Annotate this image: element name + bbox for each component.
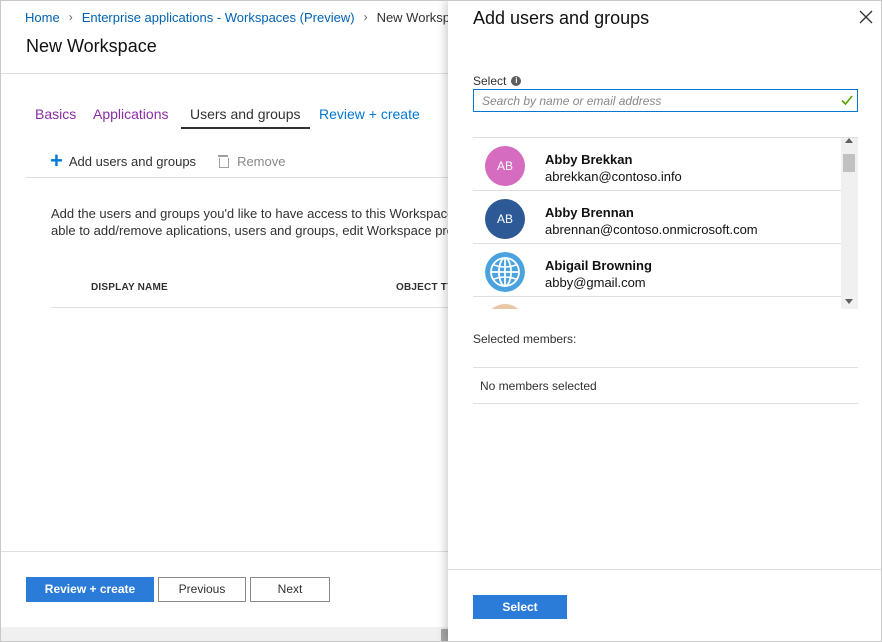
breadcrumb-home[interactable]: Home [25,10,60,25]
app-window: Home › Enterprise applications - Workspa… [0,0,882,642]
avatar [485,304,525,309]
globe-icon [485,252,525,292]
list-item[interactable]: AB Abby Brekkan abrekkan@contoso.info [473,138,841,191]
description-line-2: able to add/remove aplications, users an… [51,223,449,238]
trash-icon [218,155,230,168]
divider [473,367,858,368]
scroll-up-arrow-icon[interactable] [845,138,853,143]
add-users-and-groups-button[interactable]: + Add users and groups [50,148,197,173]
search-box [473,89,858,112]
user-email: abby@gmail.com [545,275,646,290]
scrollbar-thumb[interactable] [441,629,448,641]
panel-title: Add users and groups [473,8,650,28]
chevron-right-icon: › [363,10,368,24]
divider [26,177,449,178]
description-line-1: Add the users and groups you'd like to h… [51,206,449,221]
list-item[interactable]: Abigail Browning abby@gmail.com [473,244,841,297]
tab-basics[interactable]: Basics [26,101,85,129]
scrollbar-thumb[interactable] [843,154,855,172]
tab-applications[interactable]: Applications [84,101,178,129]
chevron-right-icon: › [68,10,73,24]
add-users-label: Add users and groups [68,153,197,169]
divider [51,307,449,308]
previous-button[interactable]: Previous [158,577,246,602]
user-name: Abby Brekkan [545,152,633,167]
breadcrumb: Home › Enterprise applications - Workspa… [25,9,471,25]
horizontal-scrollbar[interactable] [1,627,449,641]
info-icon[interactable]: i [511,76,522,86]
add-users-panel: Add users and groups Select i AB Abby Br… [448,1,881,641]
user-email: abrekkan@contoso.info [545,169,682,184]
command-bar: + Add users and groups Remove [26,149,449,173]
avatar: AB [485,199,525,239]
user-name: Abigail Browning [545,258,652,273]
select-label: Select [473,74,507,88]
divider [1,73,449,74]
no-members-text: No members selected [480,379,597,393]
divider [473,403,858,404]
search-input[interactable] [482,92,832,109]
review-create-button[interactable]: Review + create [26,577,154,602]
search-results-list: AB Abby Brekkan abrekkan@contoso.info AB… [473,137,858,309]
selected-members-label: Selected members: [473,332,577,346]
tab-review-create[interactable]: Review + create [310,101,429,129]
user-email: abrennan@contoso.onmicrosoft.com [545,222,758,237]
select-label-row: Select i [473,74,522,88]
breadcrumb-enterprise-apps[interactable]: Enterprise applications - Workspaces (Pr… [82,10,355,25]
column-header-display-name[interactable]: DISPLAY NAME [91,282,168,293]
remove-button[interactable]: Remove [218,154,285,169]
close-icon[interactable] [859,10,873,24]
divider [448,569,881,570]
next-button[interactable]: Next [250,577,330,602]
vertical-scrollbar[interactable] [841,138,858,309]
description-text: Add the users and groups you'd like to h… [51,205,449,239]
scroll-down-arrow-icon[interactable] [845,299,853,304]
grid-header: DISPLAY NAME OBJECT TYPE [51,280,467,296]
list-item[interactable]: AB Abby Brennan abrennan@contoso.onmicro… [473,191,841,244]
checkmark-icon [841,95,853,106]
user-name: Abby Brennan [545,205,634,220]
select-button[interactable]: Select [473,595,567,619]
avatar: AB [485,146,525,186]
page-title: New Workspace [26,36,157,56]
divider [1,551,449,552]
tab-users-and-groups[interactable]: Users and groups [181,101,310,129]
remove-label: Remove [237,153,286,169]
plus-icon: + [50,148,63,173]
